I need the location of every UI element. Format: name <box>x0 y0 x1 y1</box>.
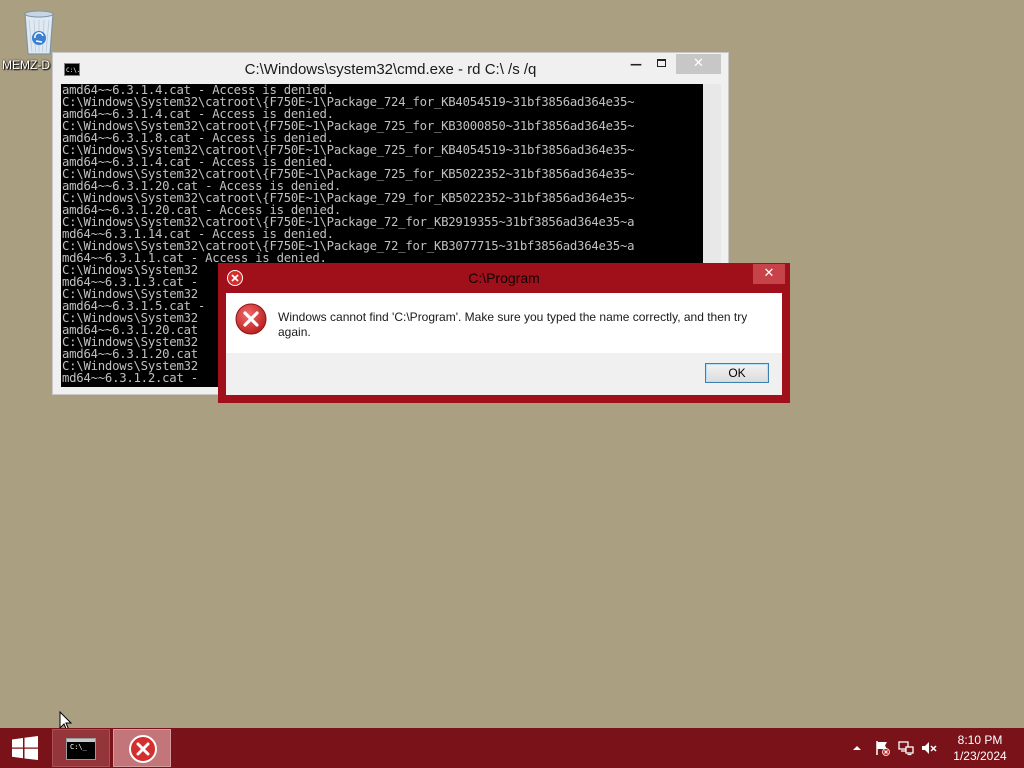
error-dialog-titlebar[interactable]: C:\Program ✕ <box>218 263 790 293</box>
maximize-icon <box>657 59 666 67</box>
close-button[interactable]: ✕ <box>753 264 785 284</box>
taskbar-item-cmd[interactable]: C:\_ <box>52 729 110 767</box>
maximize-button[interactable] <box>650 54 674 74</box>
error-message: Windows cannot find 'C:\Program'. Make s… <box>278 310 748 339</box>
minimize-button[interactable]: — <box>624 54 648 74</box>
command-prompt-icon: C:\_ <box>66 738 96 760</box>
taskbar-item-error-dialog[interactable] <box>113 729 171 767</box>
error-dialog[interactable]: C:\Program ✕ Windows cannot find 'C:\Pro… <box>218 263 790 403</box>
command-prompt-titlebar-strip <box>67 739 95 742</box>
taskbar: C:\_ 8:10 PM 1/23/2024 <box>0 728 1024 768</box>
cmd-titlebar[interactable]: C:\. C:\Windows\system32\cmd.exe - rd C:… <box>53 53 728 85</box>
clock-time: 8:10 PM <box>957 733 1003 747</box>
show-hidden-icons-chevron-icon[interactable] <box>852 740 862 756</box>
message-area: Windows cannot find 'C:\Program'. Make s… <box>226 293 782 353</box>
close-button[interactable]: ✕ <box>676 54 721 74</box>
desktop: MEMZ-D C:\. C:\Windows\system32\cmd.exe … <box>0 0 1024 768</box>
taskbar-clock[interactable]: 8:10 PM 1/23/2024 <box>944 732 1016 764</box>
volume-muted-icon[interactable] <box>921 740 937 756</box>
start-button[interactable] <box>0 728 50 768</box>
ok-button[interactable]: OK <box>705 363 769 383</box>
error-icon <box>129 735 157 763</box>
windows-logo-icon <box>12 736 38 760</box>
command-prompt-glyph-text: C:\_ <box>70 743 87 751</box>
recycle-bin-icon <box>24 10 54 55</box>
error-icon <box>235 303 267 335</box>
action-center-flag-icon[interactable] <box>874 740 890 756</box>
desktop-icon-label: MEMZ-D <box>2 58 50 72</box>
clock-date: 1/23/2024 <box>953 749 1007 763</box>
error-dialog-body: Windows cannot find 'C:\Program'. Make s… <box>226 293 782 395</box>
network-icon[interactable] <box>898 740 914 756</box>
error-dialog-title: C:\Program <box>468 270 540 286</box>
